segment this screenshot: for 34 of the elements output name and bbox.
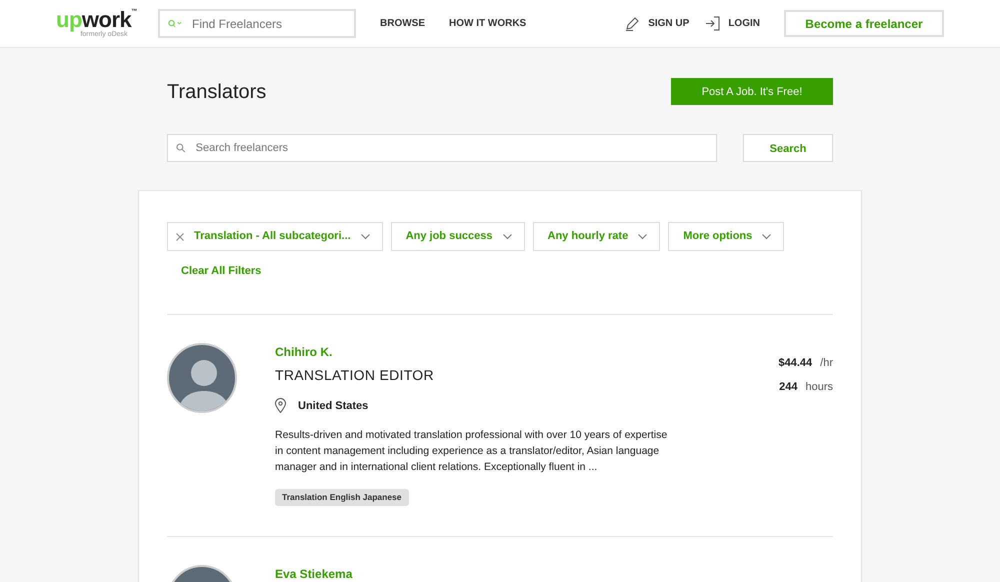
hours-worked: 244 [779,380,798,395]
hours-unit: hours [805,380,833,395]
search-icon [168,19,182,28]
location: United States [298,398,368,414]
pencil-icon [625,16,640,31]
filter-dropdown[interactable]: Any job success [390,222,525,251]
description: Results-driven and motivated translation professional with over 10 years of expertise in content management including experience as a translator/editor, Asian language manager and in international client relations. Exceptionally fluent in ... [275,428,668,474]
nav-link[interactable]: BROWSE [380,16,425,31]
search-field[interactable]: Find Freelancers [158,9,356,38]
freelancer-title: TRANSLATION EDITOR [275,366,435,384]
close-icon [176,232,184,240]
chevron-down-icon [502,234,512,240]
location-pin-icon [275,398,286,414]
filter-dropdown[interactable]: Translation - All subcategori... [167,222,383,251]
filter-dropdown[interactable]: Any hourly rate [532,222,660,251]
rate-unit: /hr [820,356,833,370]
post-job-button[interactable]: Post A Job. It's Free! [671,78,833,105]
page-title: Translators [167,80,266,104]
search-icon [176,143,186,153]
become-freelancer-button[interactable]: Become a freelancer [784,10,944,37]
login-icon [705,16,720,31]
chevron-down-icon [762,234,772,240]
filter-dropdown[interactable]: More options [668,222,784,251]
freelancer-name[interactable]: Chihiro K. [275,342,778,360]
chevron-down-icon [360,234,370,240]
search-button[interactable]: Search [743,134,833,162]
freelancer-name[interactable]: Eva Stiekema [275,565,833,582]
chevron-down-icon [638,234,648,240]
sign-up-link[interactable]: SIGN UP [648,16,690,31]
hourly-rate: $44.44 [778,356,812,370]
clear-filters-link[interactable]: Clear All Filters [181,263,262,280]
skill-tag[interactable]: Translation English Japanese [275,489,409,506]
login-link[interactable]: LOGIN [728,16,760,31]
nav-link[interactable]: HOW IT WORKS [449,16,526,31]
